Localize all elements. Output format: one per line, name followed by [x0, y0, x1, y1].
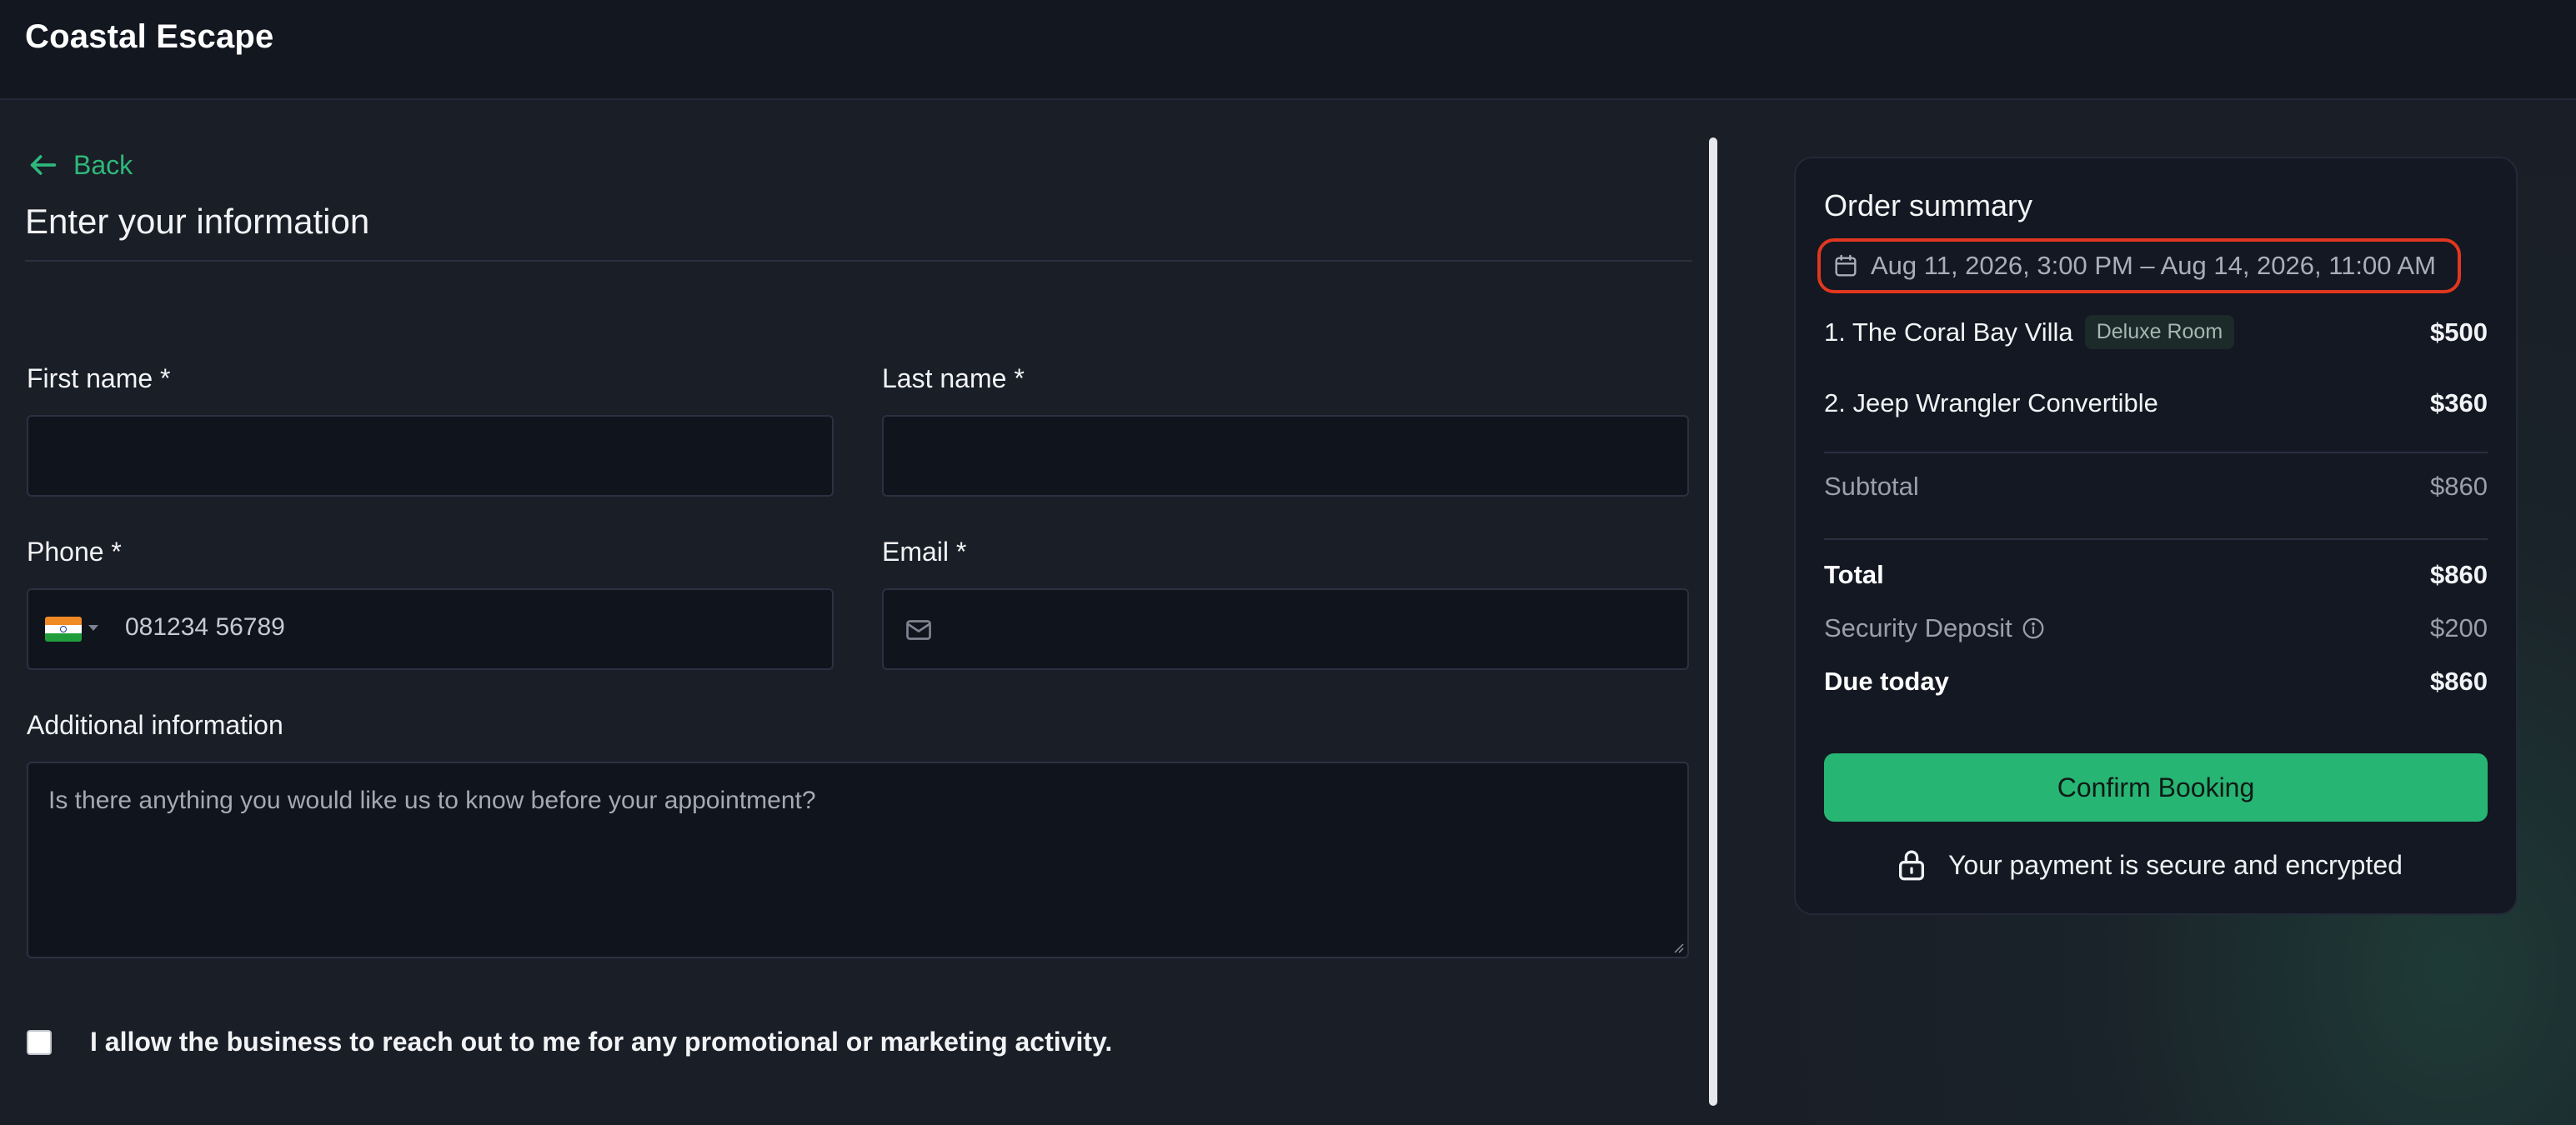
- phone-input[interactable]: 081234 56789: [125, 613, 285, 642]
- due-today-row: Due today $860: [1824, 667, 2488, 697]
- due-today-value: $860: [2430, 667, 2488, 696]
- phone-field[interactable]: 081234 56789: [27, 588, 834, 670]
- top-bar: Coastal Escape: [0, 0, 2576, 100]
- deposit-label: Security Deposit: [1824, 613, 2012, 642]
- subtotal-value: $860: [2430, 472, 2488, 501]
- subtotal-row: Subtotal $860: [1824, 472, 2488, 502]
- room-type-badge: Deluxe Room: [2084, 315, 2235, 349]
- item-name: 1. The Coral Bay Villa: [1824, 317, 2073, 347]
- calendar-icon: [1835, 254, 1857, 277]
- first-name-label: First name *: [27, 363, 171, 393]
- confirm-booking-button[interactable]: Confirm Booking: [1824, 753, 2488, 822]
- chevron-down-icon[interactable]: [88, 625, 98, 631]
- subtotal-label: Subtotal: [1824, 472, 1919, 501]
- info-icon[interactable]: [2021, 616, 2046, 641]
- phone-label: Phone *: [27, 537, 122, 567]
- resize-handle-icon[interactable]: [1672, 942, 1684, 953]
- order-item: 1. The Coral Bay Villa Deluxe Room $500: [1824, 315, 2488, 349]
- order-item: 2. Jeep Wrangler Convertible $360: [1824, 388, 2488, 418]
- vertical-scrollbar[interactable]: [1709, 138, 1717, 1106]
- last-name-input[interactable]: [904, 440, 1657, 470]
- due-today-label: Due today: [1824, 667, 1949, 696]
- additional-info-textarea[interactable]: Is there anything you would like us to k…: [27, 762, 1689, 958]
- title-divider: [25, 260, 1692, 262]
- email-input[interactable]: [954, 613, 1657, 643]
- item-name: 2. Jeep Wrangler Convertible: [1824, 388, 2158, 418]
- email-field[interactable]: [882, 588, 1689, 670]
- date-range-text: Aug 11, 2026, 3:00 PM – Aug 14, 2026, 11…: [1871, 251, 2436, 280]
- lock-icon: [1899, 850, 1924, 881]
- secure-payment-text: Your payment is secure and encrypted: [1948, 849, 2403, 880]
- date-range: Aug 11, 2026, 3:00 PM – Aug 14, 2026, 11…: [1817, 238, 2461, 293]
- additional-info-placeholder: Is there anything you would like us to k…: [48, 787, 816, 814]
- deposit-value: $200: [2430, 613, 2488, 642]
- brand-title: Coastal Escape: [25, 18, 274, 55]
- consent-label[interactable]: I allow the business to reach out to me …: [90, 1027, 1112, 1058]
- page-title: Enter your information: [25, 202, 370, 241]
- deposit-row: Security Deposit $200: [1824, 613, 2488, 643]
- india-flag-icon[interactable]: [45, 617, 82, 642]
- total-label: Total: [1824, 560, 1884, 589]
- secure-payment-note: Your payment is secure and encrypted: [1897, 848, 2403, 882]
- total-row: Total $860: [1824, 560, 2488, 590]
- item-price: $500: [2430, 317, 2488, 347]
- last-name-field[interactable]: [882, 415, 1689, 497]
- arrow-left-icon: [30, 155, 57, 175]
- email-label: Email *: [882, 537, 967, 567]
- last-name-label: Last name *: [882, 363, 1025, 393]
- item-price: $360: [2430, 388, 2488, 418]
- consent-checkbox[interactable]: [27, 1030, 52, 1055]
- first-name-input[interactable]: [48, 440, 802, 470]
- back-link[interactable]: Back: [27, 148, 133, 182]
- back-label: Back: [73, 149, 133, 180]
- order-summary-title: Order summary: [1824, 188, 2033, 222]
- total-value: $860: [2430, 560, 2488, 589]
- summary-divider: [1824, 538, 2488, 540]
- first-name-field[interactable]: [27, 415, 834, 497]
- summary-divider: [1824, 452, 2488, 453]
- mail-icon: [906, 620, 931, 640]
- additional-info-label: Additional information: [27, 710, 283, 740]
